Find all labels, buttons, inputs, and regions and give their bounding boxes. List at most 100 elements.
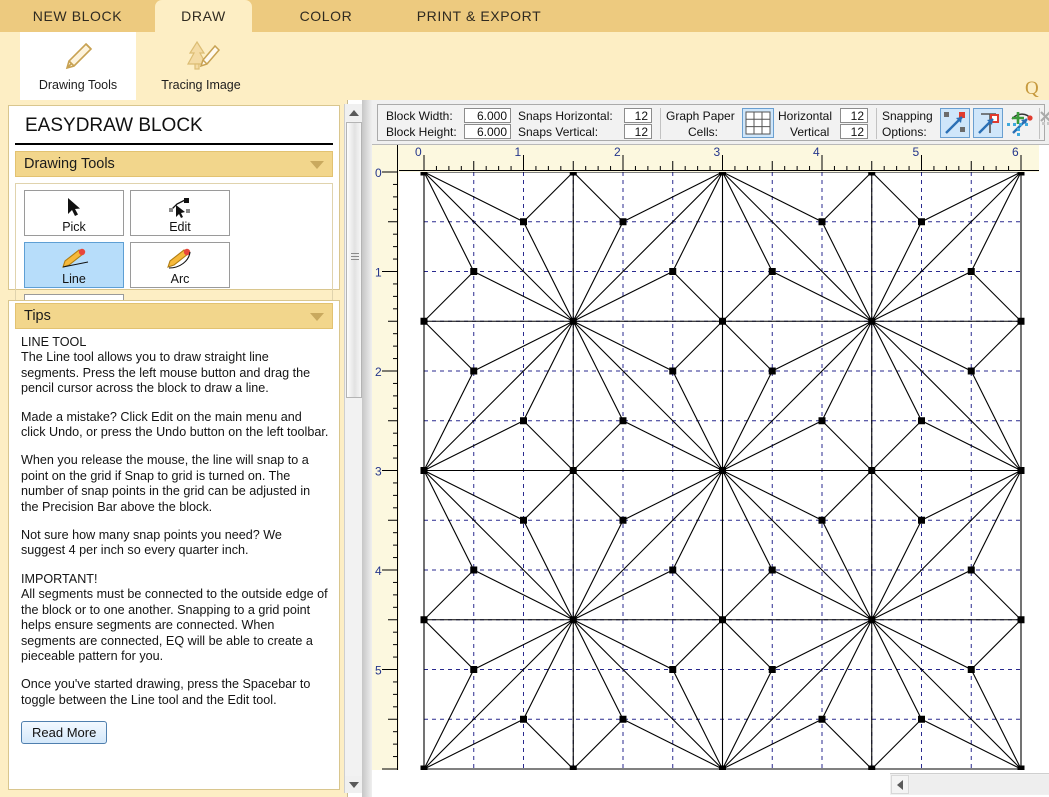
page-title: EASYDRAW BLOCK: [15, 106, 333, 145]
canvas-horizontal-scrollbar[interactable]: [890, 773, 1049, 795]
ribbon-item-drawing-tools[interactable]: Drawing Tools: [20, 32, 136, 100]
left-sidebar: EASYDRAW BLOCK Drawing Tools Pick Edit L…: [0, 100, 348, 797]
tab-print-export[interactable]: PRINT & EXPORT: [400, 0, 558, 32]
tool-button-line[interactable]: Line: [24, 242, 124, 288]
tips-panel: Tips LINE TOOL The Line tool allows you …: [8, 300, 340, 790]
svg-text:6: 6: [1012, 145, 1019, 159]
snaps-vertical-label: Snaps Vertical:: [518, 125, 599, 139]
snap-to-grid-button[interactable]: [940, 108, 970, 138]
svg-text:1: 1: [375, 266, 382, 280]
delete-grid-button: [1037, 108, 1049, 141]
canvas-right-margin: [1039, 145, 1049, 770]
snaps-horizontal-input[interactable]: [624, 108, 652, 123]
tool-label: Arc: [170, 272, 190, 286]
svg-text:4: 4: [813, 145, 820, 159]
svg-text:1: 1: [515, 145, 522, 159]
snap-to-node-button[interactable]: [973, 108, 1003, 138]
graph-cells-label: Cells:: [688, 125, 719, 139]
section-label: Tips: [24, 308, 51, 324]
ribbon-item-label: Tracing Image: [161, 78, 241, 92]
tip-paragraph: Once you've started drawing, press the S…: [21, 677, 311, 707]
precision-bar: Block Width: Block Height: Snaps Horizon…: [372, 100, 1049, 145]
scroll-down-button[interactable]: [345, 776, 363, 793]
tracing-image-icon: [180, 36, 222, 76]
ribbon-body: Drawing Tools Tracing Image Q: [0, 32, 1049, 100]
tip-paragraph: IMPORTANT! All segments must be connecte…: [21, 571, 328, 663]
snapping-options-label: Snapping: [882, 109, 933, 123]
tip-paragraph: Made a mistake? Click Edit on the main m…: [21, 409, 329, 440]
block-drawing-canvas[interactable]: [399, 172, 1049, 770]
tab-draw[interactable]: DRAW: [155, 0, 252, 32]
snaps-vertical-input[interactable]: [624, 124, 652, 139]
tool-button-arc[interactable]: Arc: [130, 242, 230, 288]
section-label: Drawing Tools: [24, 156, 115, 172]
graph-vertical-label: Vertical: [790, 125, 830, 139]
svg-text:3: 3: [375, 465, 382, 479]
graph-horizontal-label: Horizontal: [778, 109, 833, 123]
tip-paragraph: Not sure how many snap points you need? …: [21, 528, 282, 558]
tool-label: Line: [62, 272, 86, 286]
block-width-input[interactable]: [464, 108, 511, 123]
pencil-line-icon: [25, 245, 123, 273]
graph-vertical-input[interactable]: [840, 124, 868, 139]
block-width-label: Block Width:: [386, 109, 453, 123]
svg-text:4: 4: [375, 564, 382, 578]
graph-paper-button[interactable]: [742, 108, 774, 138]
svg-text:2: 2: [375, 365, 382, 379]
tool-button-pick[interactable]: Pick: [24, 190, 124, 236]
snapping-options-label-2: Options:: [882, 125, 927, 139]
tips-body: LINE TOOL The Line tool allows you to dr…: [9, 329, 339, 754]
node-edit-icon: [131, 193, 229, 221]
snaps-horizontal-label: Snaps Horizontal:: [518, 109, 613, 123]
tab-new-block[interactable]: NEW BLOCK: [0, 0, 155, 32]
scrollbar-track[interactable]: [910, 775, 1049, 794]
graph-paper-label: Graph Paper: [666, 109, 735, 123]
sidebar-scrollbar[interactable]: [344, 104, 363, 793]
arrow-cursor-icon: [25, 193, 123, 221]
precision-bar-inner: Block Width: Block Height: Snaps Horizon…: [377, 104, 1045, 141]
grid-points-button[interactable]: [1004, 108, 1034, 141]
tool-label: Pick: [62, 220, 86, 234]
svg-text:5: 5: [913, 145, 920, 159]
tool-label: Edit: [169, 220, 191, 234]
svg-text:2: 2: [614, 145, 621, 159]
tip-paragraph: LINE TOOL The Line tool allows you to dr…: [21, 335, 311, 396]
svg-text:0: 0: [375, 166, 382, 180]
tip-paragraph: When you release the mouse, the line wil…: [21, 453, 311, 514]
left-arrow-icon: [897, 779, 903, 790]
scroll-up-button[interactable]: [345, 104, 363, 121]
graph-horizontal-input[interactable]: [840, 108, 868, 123]
left-rail-divider: [362, 100, 372, 797]
svg-text:5: 5: [375, 664, 382, 678]
separator: [660, 108, 661, 139]
read-more-button[interactable]: Read More: [21, 721, 108, 745]
ribbon-item-label: Drawing Tools: [38, 78, 118, 92]
grip-icon: [351, 253, 359, 262]
down-arrow-icon: [349, 781, 359, 788]
tab-color[interactable]: COLOR: [252, 0, 400, 32]
pencil-arc-icon: [131, 245, 229, 273]
drawing-tools-section-header[interactable]: Drawing Tools: [15, 151, 333, 177]
pencil-icon: [57, 36, 99, 76]
easydraw-window: NEW BLOCK DRAW COLOR PRINT & EXPORT Draw…: [0, 0, 1049, 797]
tab-label: PRINT & EXPORT: [416, 8, 542, 24]
tab-label: NEW BLOCK: [32, 8, 123, 24]
drawing-tools-panel: EASYDRAW BLOCK Drawing Tools Pick Edit L…: [8, 105, 340, 349]
tips-section-header[interactable]: Tips: [15, 303, 333, 329]
tab-label: DRAW: [181, 8, 226, 24]
separator: [876, 108, 877, 139]
chevron-down-icon[interactable]: [310, 161, 324, 169]
canvas-bottom-margin: [372, 770, 890, 797]
svg-text:3: 3: [714, 145, 721, 159]
svg-text:0: 0: [415, 145, 422, 159]
tool-button-edit[interactable]: Edit: [130, 190, 230, 236]
ribbon-item-tracing-image[interactable]: Tracing Image: [146, 32, 256, 100]
horizontal-ruler: 0 1 2 3 4 5 6: [372, 145, 1049, 172]
up-arrow-icon: [349, 109, 359, 116]
block-height-label: Block Height:: [386, 125, 457, 139]
scroll-left-button[interactable]: [891, 775, 909, 794]
chevron-down-icon[interactable]: [310, 313, 324, 321]
ribbon-tab-strip: NEW BLOCK DRAW COLOR PRINT & EXPORT: [0, 0, 1049, 32]
scrollbar-thumb[interactable]: [346, 122, 362, 398]
block-height-input[interactable]: [464, 124, 511, 139]
